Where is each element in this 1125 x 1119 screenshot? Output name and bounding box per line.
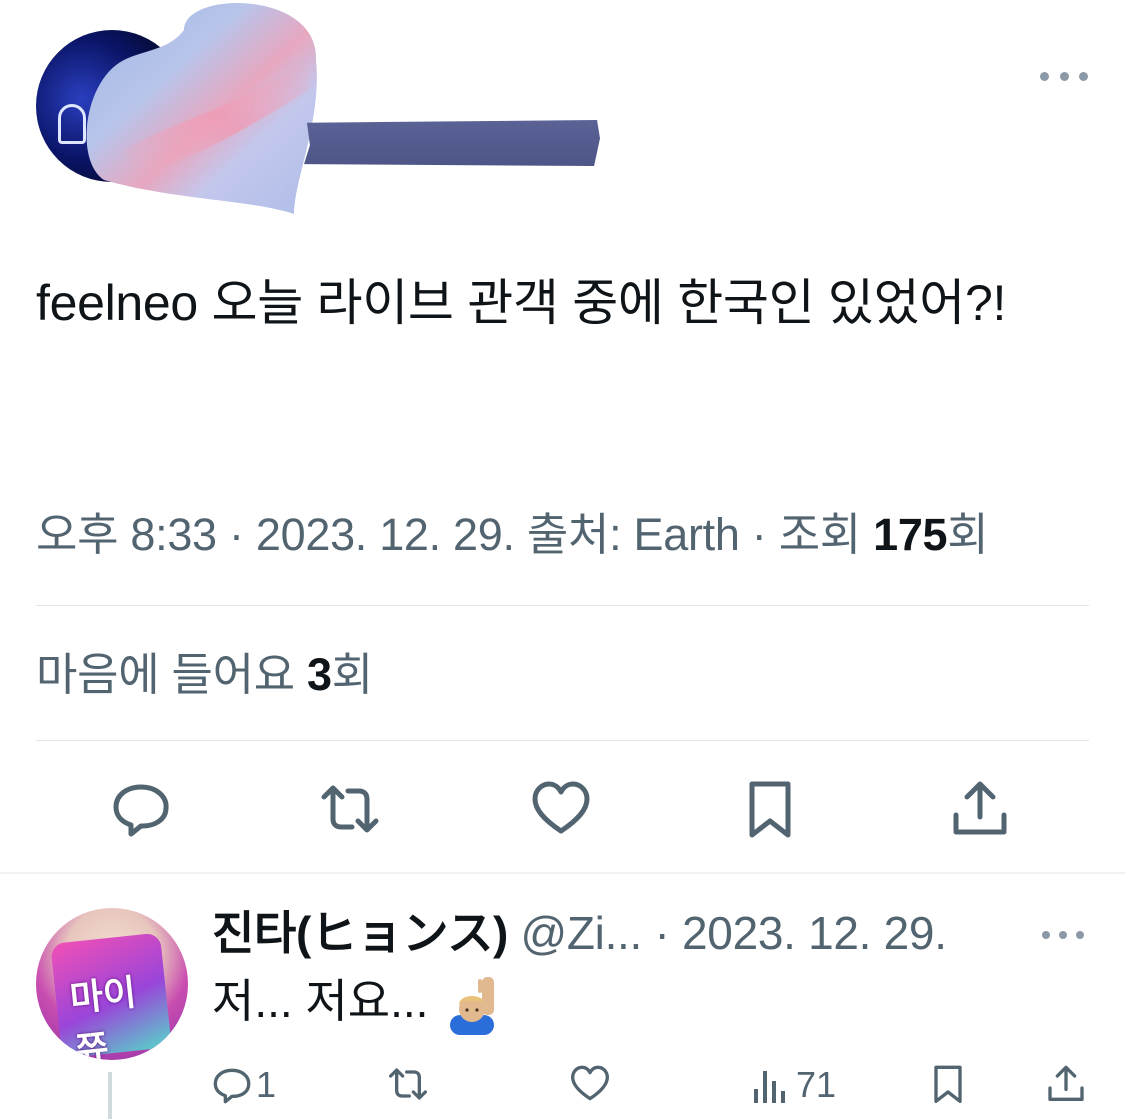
heart-icon (571, 1065, 609, 1101)
views-unit: 회 (947, 509, 989, 560)
more-options-button[interactable] (1040, 62, 1088, 90)
divider (36, 740, 1089, 741)
tweet-text: feelneo 오늘 라이브 관객 중에 한국인 있었어?! (36, 275, 1007, 331)
share-upload-icon (953, 781, 1007, 835)
speech-bubble-icon (213, 1068, 251, 1104)
thread-line (108, 1072, 112, 1119)
more-horizontal-icon (1040, 71, 1049, 81)
bookmark-icon (749, 781, 791, 838)
retweet-button[interactable] (318, 777, 382, 841)
reply-button[interactable] (109, 777, 173, 841)
bar-chart-icon (754, 1071, 785, 1103)
reply-text: 저... 저요... (212, 968, 502, 1035)
likes-label: 마음에 들어요 (36, 649, 295, 700)
source-label: 출처: (526, 509, 622, 560)
section-separator (0, 872, 1125, 874)
source-value: Earth (633, 509, 740, 560)
reply-count: 1 (256, 1064, 277, 1105)
redacted-name-tape (304, 120, 600, 166)
reply-views-button[interactable]: 71 (752, 1064, 836, 1106)
logo-icon (58, 104, 86, 144)
reply-date[interactable]: 2023. 12. 29. (682, 907, 947, 959)
heart-sticker-image (86, 2, 317, 214)
heart-icon (532, 781, 590, 834)
reply-more-options-button[interactable] (1042, 924, 1084, 946)
reply-header: 진타(ヒョンス) @Zi... · 2023. 12. 29. (212, 907, 947, 959)
reply-retweet-button[interactable] (388, 1064, 428, 1104)
reply-author-avatar[interactable]: 마이쮸 (36, 908, 188, 1060)
tweet-date[interactable]: 2023. 12. 29. (256, 509, 515, 560)
likes-summary[interactable]: 마음에 들어요 3회 (36, 645, 373, 705)
avatar-candy-text: 마이쮸 (67, 971, 139, 1060)
share-button[interactable] (948, 777, 1012, 841)
reply-author-name[interactable]: 진타(ヒョンス) (212, 907, 508, 959)
reply-share-button[interactable] (1046, 1064, 1086, 1104)
bookmark-icon (934, 1065, 962, 1103)
views-label: 조회 (778, 509, 862, 560)
share-upload-icon (1048, 1065, 1084, 1101)
retweet-icon (389, 1068, 427, 1100)
views-count: 175 (873, 509, 948, 560)
bookmark-button[interactable] (738, 777, 802, 841)
raising-hand-emoji-icon (450, 976, 495, 1035)
divider (36, 605, 1089, 606)
tweet-time[interactable]: 오후 8:33 (36, 509, 217, 560)
more-horizontal-icon (1042, 931, 1050, 939)
likes-unit: 회 (331, 649, 373, 700)
retweet-icon (321, 785, 379, 833)
reply-reply-button[interactable]: 1 (212, 1064, 276, 1106)
likes-count: 3 (307, 649, 332, 700)
reply-bookmark-button[interactable] (928, 1064, 968, 1104)
like-button[interactable] (529, 777, 593, 841)
reply-author-handle[interactable]: @Zi... (520, 907, 642, 959)
reply-views-count: 71 (796, 1064, 837, 1105)
tweet-meta: 오후 8:33 · 2023. 12. 29. 출처: Earth · 조회 1… (36, 509, 989, 560)
reply-like-button[interactable] (570, 1064, 610, 1104)
speech-bubble-icon (113, 784, 169, 837)
